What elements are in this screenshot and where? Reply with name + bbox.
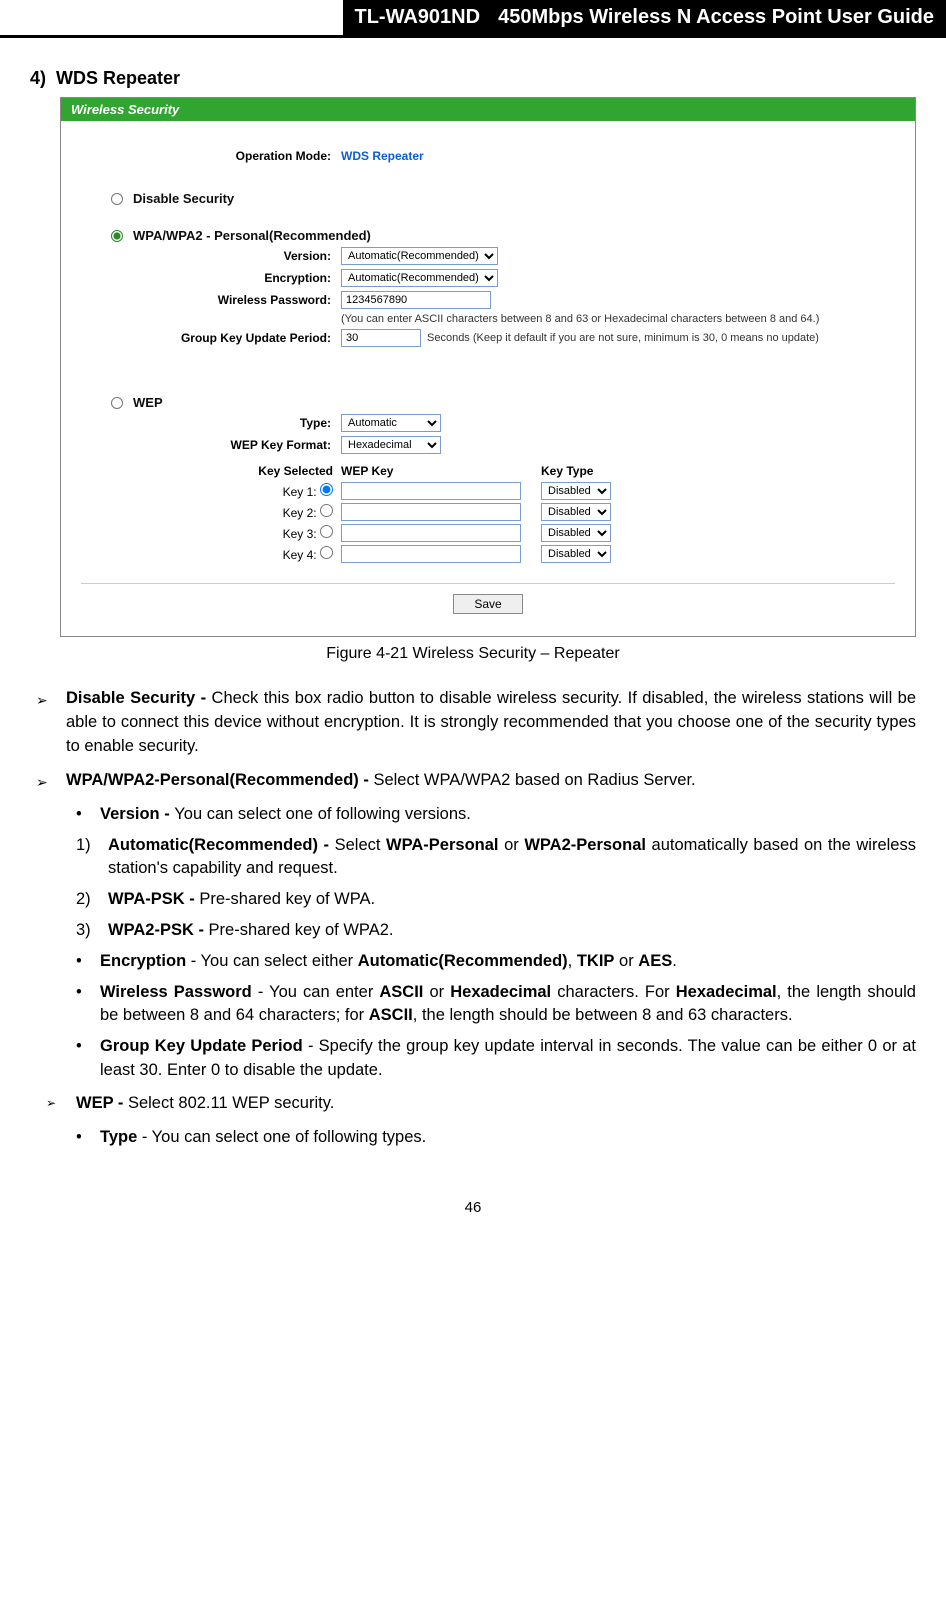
op-mode-value: WDS Repeater bbox=[341, 149, 424, 163]
bullet-weptype: • Type - You can select one of following… bbox=[76, 1126, 916, 1149]
disable-label: Disable Security bbox=[133, 191, 234, 206]
group-key-input[interactable] bbox=[341, 329, 421, 347]
encryption-label: Encryption: bbox=[81, 271, 341, 285]
encryption-select[interactable]: Automatic(Recommended) bbox=[341, 269, 498, 287]
wep-format-label: WEP Key Format: bbox=[81, 438, 341, 452]
version-select[interactable]: Automatic(Recommended) bbox=[341, 247, 498, 265]
bullet-version: • Version - You can select one of follow… bbox=[76, 803, 916, 826]
section-heading: 4) WDS Repeater bbox=[30, 68, 916, 89]
key4-radio[interactable] bbox=[320, 546, 333, 559]
key1-radio[interactable] bbox=[320, 483, 333, 496]
bullet-v2: 2) WPA-PSK - Pre-shared key of WPA. bbox=[76, 888, 916, 911]
password-hint: (You can enter ASCII characters between … bbox=[341, 313, 819, 325]
page-number: 46 bbox=[30, 1199, 916, 1216]
key3-type-select[interactable]: Disabled bbox=[541, 524, 611, 542]
bullet-gkey: • Group Key Update Period - Specify the … bbox=[76, 1035, 916, 1081]
key1-input[interactable] bbox=[341, 482, 521, 500]
bullet-v3: 3) WPA2-PSK - Pre-shared key of WPA2. bbox=[76, 919, 916, 942]
bullet-wpa: ➢ WPA/WPA2-Personal(Recommended) - Selec… bbox=[36, 769, 916, 793]
key-type-head: Key Type bbox=[541, 464, 641, 478]
bullet-encryption: • Encryption - You can select either Aut… bbox=[76, 950, 916, 973]
wep-label: WEP bbox=[133, 395, 163, 410]
disable-radio[interactable] bbox=[111, 193, 123, 205]
save-button[interactable]: Save bbox=[453, 594, 522, 614]
wpa-radio[interactable] bbox=[111, 230, 123, 242]
op-mode-label: Operation Mode: bbox=[81, 149, 341, 163]
group-key-label: Group Key Update Period: bbox=[81, 331, 341, 345]
wep-radio[interactable] bbox=[111, 397, 123, 409]
screenshot-figure: Wireless Security Operation Mode: WDS Re… bbox=[60, 97, 916, 637]
bullet-v1: 1) Automatic(Recommended) - Select WPA-P… bbox=[76, 834, 916, 880]
key4-label: Key 4: bbox=[283, 548, 317, 562]
wep-type-select[interactable]: Automatic bbox=[341, 414, 441, 432]
key4-input[interactable] bbox=[341, 545, 521, 563]
key2-radio[interactable] bbox=[320, 504, 333, 517]
model-label: TL-WA901ND bbox=[343, 0, 493, 35]
panel-title: Wireless Security bbox=[61, 98, 915, 121]
key2-type-select[interactable]: Disabled bbox=[541, 503, 611, 521]
key2-input[interactable] bbox=[341, 503, 521, 521]
key3-radio[interactable] bbox=[320, 525, 333, 538]
key1-label: Key 1: bbox=[283, 485, 317, 499]
figure-caption: Figure 4-21 Wireless Security – Repeater bbox=[30, 645, 916, 663]
wep-format-select[interactable]: Hexadecimal bbox=[341, 436, 441, 454]
wpa-label: WPA/WPA2 - Personal(Recommended) bbox=[133, 228, 371, 243]
key1-type-select[interactable]: Disabled bbox=[541, 482, 611, 500]
group-key-hint: Seconds (Keep it default if you are not … bbox=[427, 332, 819, 344]
bullet-wep: ➢ WEP - Select 802.11 WEP security. bbox=[46, 1092, 916, 1116]
password-label: Wireless Password: bbox=[81, 293, 341, 307]
key-selected-head: Key Selected bbox=[81, 464, 341, 478]
wep-key-head: WEP Key bbox=[341, 464, 541, 478]
wep-type-label: Type: bbox=[81, 416, 341, 430]
key4-type-select[interactable]: Disabled bbox=[541, 545, 611, 563]
guide-title: 450Mbps Wireless N Access Point User Gui… bbox=[492, 0, 946, 35]
password-input[interactable] bbox=[341, 291, 491, 309]
bullet-wpass: • Wireless Password - You can enter ASCI… bbox=[76, 981, 916, 1027]
version-label: Version: bbox=[81, 249, 341, 263]
key3-input[interactable] bbox=[341, 524, 521, 542]
bullet-disable: ➢ Disable Security - Check this box radi… bbox=[36, 687, 916, 759]
key3-label: Key 3: bbox=[283, 527, 317, 541]
key2-label: Key 2: bbox=[283, 506, 317, 520]
